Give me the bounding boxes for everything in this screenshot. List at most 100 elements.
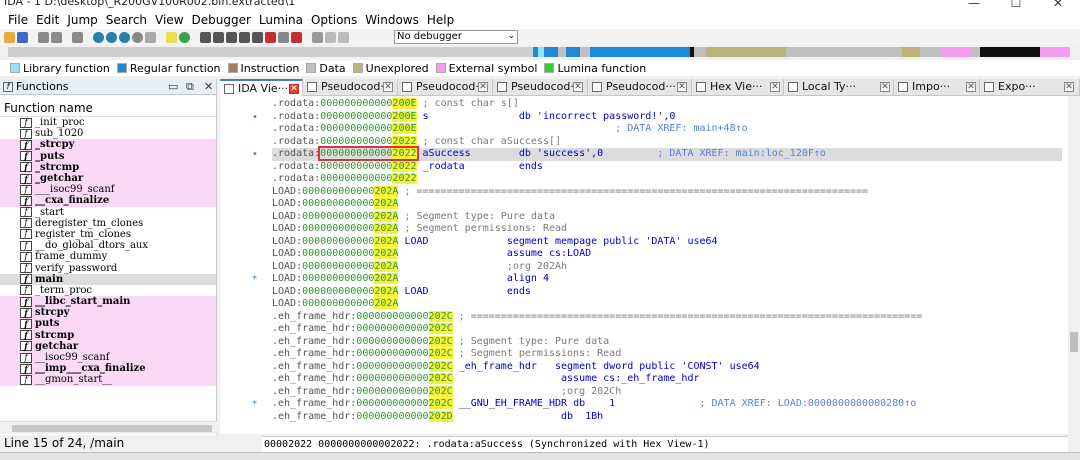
address[interactable]: 000000000000202A xyxy=(302,185,399,197)
code-icon[interactable] xyxy=(200,31,211,43)
disasm-line[interactable]: .rodata:0000000000002022 ; const char aS… xyxy=(272,135,1062,149)
address[interactable]: 000000000000202D xyxy=(356,410,453,422)
tab-pseudocode-1[interactable]: Pseudocod··· ✕ xyxy=(303,79,398,96)
tab-ida-view[interactable]: IDA Vie··· ✕ xyxy=(220,79,303,96)
menu-options[interactable]: Options xyxy=(307,13,361,27)
address[interactable]: 000000000000202A xyxy=(302,260,399,272)
address[interactable]: 000000000000202A xyxy=(302,248,399,259)
functions-horizontal-scrollbar[interactable] xyxy=(0,421,217,434)
disasm-line[interactable]: .eh_frame_hdr:000000000000202C ; =======… xyxy=(272,310,1062,324)
function-list-item[interactable]: f _puts xyxy=(0,150,216,162)
close-tab-icon[interactable]: ✕ xyxy=(478,82,488,92)
menu-jump[interactable]: Jump xyxy=(63,13,101,27)
tab-hex-view[interactable]: Hex Vie··· ✕ xyxy=(692,79,784,96)
function-list-item[interactable]: f main xyxy=(0,273,216,285)
address[interactable]: 000000000000202A xyxy=(302,223,399,234)
disasm-line[interactable]: .eh_frame_hdr:000000000000202D db 1Bh xyxy=(272,410,1062,424)
address[interactable]: 000000000000202A xyxy=(302,285,399,297)
address[interactable]: 000000000000200E xyxy=(320,98,417,109)
back-icon[interactable] xyxy=(38,31,49,43)
function-list-item[interactable]: f __isoc99_scanf xyxy=(0,351,216,364)
function-name-column-header[interactable]: Function name xyxy=(0,99,216,117)
menu-search[interactable]: Search xyxy=(102,13,151,27)
symbol-label[interactable]: _eh_frame_hdr xyxy=(453,361,537,372)
close-tab-icon[interactable]: ✕ xyxy=(966,82,976,92)
function-list-item[interactable]: f _strcmp xyxy=(0,161,216,173)
function-list-item[interactable]: f __imp___cxa_finalize xyxy=(0,363,216,375)
address[interactable]: 000000000000202A xyxy=(302,298,399,309)
address[interactable]: 000000000000202C xyxy=(356,310,453,322)
menu-debugger[interactable]: Debugger xyxy=(188,13,255,27)
proximity-icon[interactable] xyxy=(106,31,117,43)
close-panel-icon[interactable]: ✕ xyxy=(204,80,213,93)
function-list-item[interactable]: f __libc_start_main xyxy=(0,296,216,308)
disasm-line[interactable]: LOAD:000000000000202A ; ================… xyxy=(272,185,1062,199)
symbol-label[interactable]: s xyxy=(417,111,429,122)
minimize-button[interactable]: — xyxy=(954,0,994,11)
forward-icon[interactable] xyxy=(51,31,62,43)
disasm-line[interactable]: .eh_frame_hdr:000000000000202C ; Segment… xyxy=(272,335,1062,349)
address[interactable]: 000000000000200E xyxy=(320,110,417,122)
tab-pseudocode-3[interactable]: Pseudocod··· ✕ xyxy=(493,79,588,96)
disasm-line[interactable]: LOAD:000000000000202A ;org 202Ah xyxy=(272,260,1062,274)
play-icon[interactable] xyxy=(312,31,323,43)
disasm-line[interactable]: .eh_frame_hdr:000000000000202C _eh_frame… xyxy=(272,360,1062,374)
close-tab-icon[interactable]: ✕ xyxy=(1064,82,1074,92)
disasm-line[interactable]: .rodata:0000000000002022 aSuccess db 'su… xyxy=(272,146,1062,161)
disasm-line[interactable]: LOAD:000000000000202A LOAD ends xyxy=(272,285,1062,299)
close-tab-icon[interactable]: ✕ xyxy=(880,82,890,92)
function-list-item[interactable]: f sub_1020 xyxy=(0,128,216,139)
address[interactable]: 000000000000202C xyxy=(356,398,453,409)
tab-exports[interactable]: Expo··· ✕ xyxy=(980,79,1080,96)
address[interactable]: 000000000000202C xyxy=(356,373,453,384)
close-tab-icon[interactable]: ✕ xyxy=(770,82,780,92)
search-icon[interactable] xyxy=(132,31,143,43)
function-list-item[interactable]: f getchar xyxy=(0,340,216,352)
float-panel-icon[interactable]: ⧉ xyxy=(186,80,194,94)
function-list-item[interactable]: f puts xyxy=(0,318,216,330)
breakpoint-icon[interactable] xyxy=(291,31,302,43)
disasm-line[interactable]: LOAD:000000000000202A assume cs:LOAD xyxy=(272,248,1062,261)
disasm-line[interactable]: .eh_frame_hdr:000000000000202C xyxy=(272,323,1062,336)
disasm-line[interactable]: .rodata:0000000000002022 _rodata ends xyxy=(272,160,1062,174)
function-list-item[interactable]: f frame_dummy xyxy=(0,251,216,262)
stop-icon[interactable] xyxy=(338,31,349,43)
disasm-line[interactable]: .eh_frame_hdr:000000000000202C ; Segment… xyxy=(272,348,1062,361)
xref-comment[interactable]: ; DATA XREF: main:loc_120F↑o xyxy=(603,148,826,159)
function-list-item[interactable]: f __gmon_start__ xyxy=(0,374,216,386)
menu-edit[interactable]: Edit xyxy=(32,13,63,27)
menu-windows[interactable]: Windows xyxy=(361,13,423,27)
tab-pseudocode-4[interactable]: Pseudocod··· ✕ xyxy=(588,79,692,96)
struct-icon[interactable] xyxy=(278,31,289,43)
disassembly-vertical-scrollbar[interactable] xyxy=(1068,96,1080,434)
address[interactable]: 000000000000202C xyxy=(356,323,453,334)
disasm-line[interactable]: .eh_frame_hdr:000000000000202C __GNU_EH_… xyxy=(272,398,1062,411)
menu-lumina[interactable]: Lumina xyxy=(255,13,307,27)
disassembly-horizontal-scrollbar[interactable] xyxy=(220,436,262,452)
xref-comment[interactable]: ; DATA XREF: main+48↑o xyxy=(417,123,747,134)
symbol-label[interactable]: LOAD xyxy=(398,236,428,247)
open-folder-icon[interactable] xyxy=(4,31,15,43)
xref-icon[interactable] xyxy=(119,31,130,43)
scrollbar-thumb[interactable] xyxy=(12,425,212,432)
undefine-icon[interactable] xyxy=(252,31,263,43)
tab-local-types[interactable]: Local Ty··· ✕ xyxy=(784,79,894,96)
disasm-line[interactable]: LOAD:000000000000202A align 4 xyxy=(272,273,1062,286)
data-icon[interactable] xyxy=(213,31,224,43)
scrollbar-thumb[interactable] xyxy=(1070,332,1078,352)
disasm-line[interactable]: .rodata:000000000000200E s db 'incorrect… xyxy=(272,110,1062,124)
disasm-line[interactable]: .eh_frame_hdr:000000000000202C assume cs… xyxy=(272,373,1062,386)
disasm-line[interactable]: .rodata:0000000000002022 xyxy=(272,173,1062,186)
xref-comment[interactable]: ; DATA XREF: LOAD:0000000000000280↑o xyxy=(615,398,917,409)
tab-imports[interactable]: Impo··· ✕ xyxy=(894,79,980,96)
disasm-line[interactable]: .eh_frame_hdr:000000000000202C ;org 202C… xyxy=(272,385,1062,399)
function-list-item[interactable]: f strcpy xyxy=(0,307,216,319)
symbol-label[interactable]: __GNU_EH_FRAME_HDR xyxy=(453,398,567,409)
disassembly-view[interactable]: • • * * .rodata:000000000000200E ; const ch… xyxy=(220,96,1068,434)
navigation-band[interactable] xyxy=(0,45,1080,59)
address[interactable]: 0000000000002022 xyxy=(318,146,419,161)
address[interactable]: 000000000000202A xyxy=(302,273,399,284)
function-list-item[interactable]: f verify_password xyxy=(0,262,216,274)
disasm-line[interactable]: LOAD:000000000000202A ; Segment type: Pu… xyxy=(272,210,1062,224)
function-list-item[interactable]: f deregister_tm_clones xyxy=(0,218,216,229)
